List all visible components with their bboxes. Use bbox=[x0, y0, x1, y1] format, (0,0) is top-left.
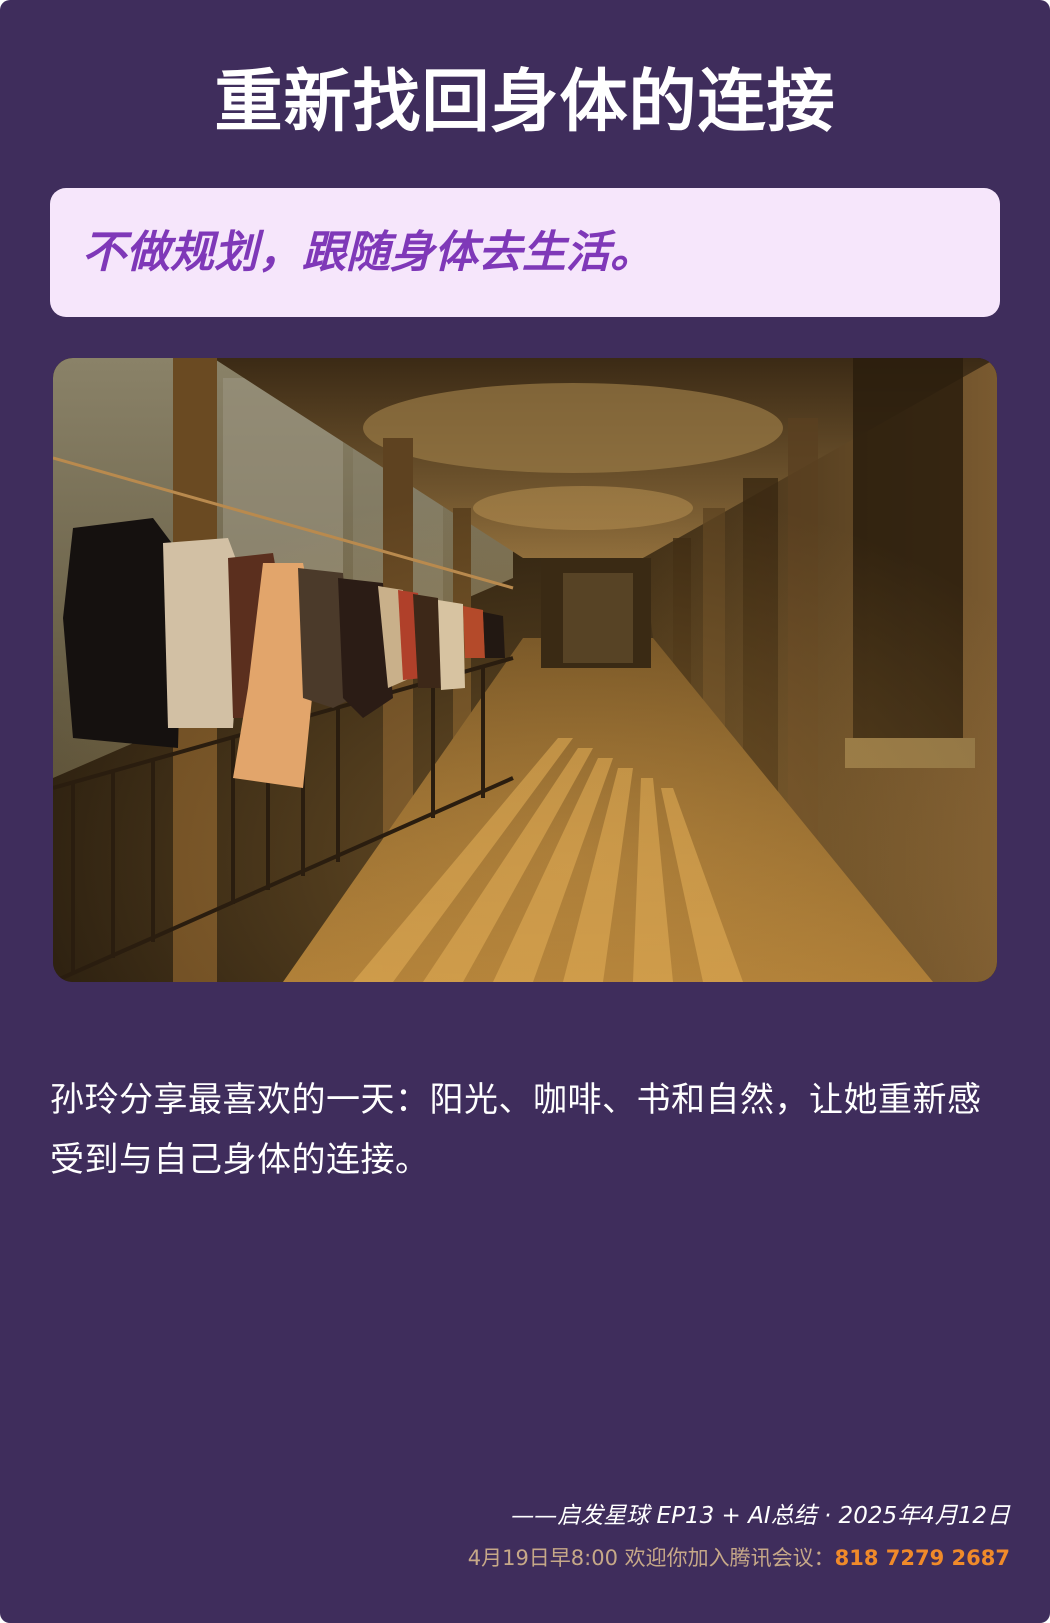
page-title: 重新找回身体的连接 bbox=[214, 63, 836, 142]
corridor-photo bbox=[53, 358, 997, 982]
body-text: 孙玲分享最喜欢的一天：阳光、咖啡、书和自然，让她重新感受到与自己身体的连接。 bbox=[50, 1080, 982, 1180]
corridor-illustration bbox=[53, 358, 997, 982]
quote-text: 不做规划，跟随身体去生活。 bbox=[82, 227, 654, 278]
meeting-info: 4月19日早8:00 欢迎你加入腾讯会议：818 7279 2687 bbox=[468, 1542, 1010, 1572]
quote-box: 不做规划，跟随身体去生活。 bbox=[50, 188, 1000, 317]
meeting-number: 818 7279 2687 bbox=[834, 1546, 1010, 1570]
meeting-label: 4月19日早8:00 欢迎你加入腾讯会议： bbox=[467, 1546, 835, 1570]
poster-card: 重新找回身体的连接 不做规划，跟随身体去生活。 孙玲分享最喜欢的一天：阳光、咖啡… bbox=[0, 0, 1050, 1623]
source-caption: ——启发星球 EP13 + AI总结 · 2025年4月12日 bbox=[511, 1503, 1010, 1529]
